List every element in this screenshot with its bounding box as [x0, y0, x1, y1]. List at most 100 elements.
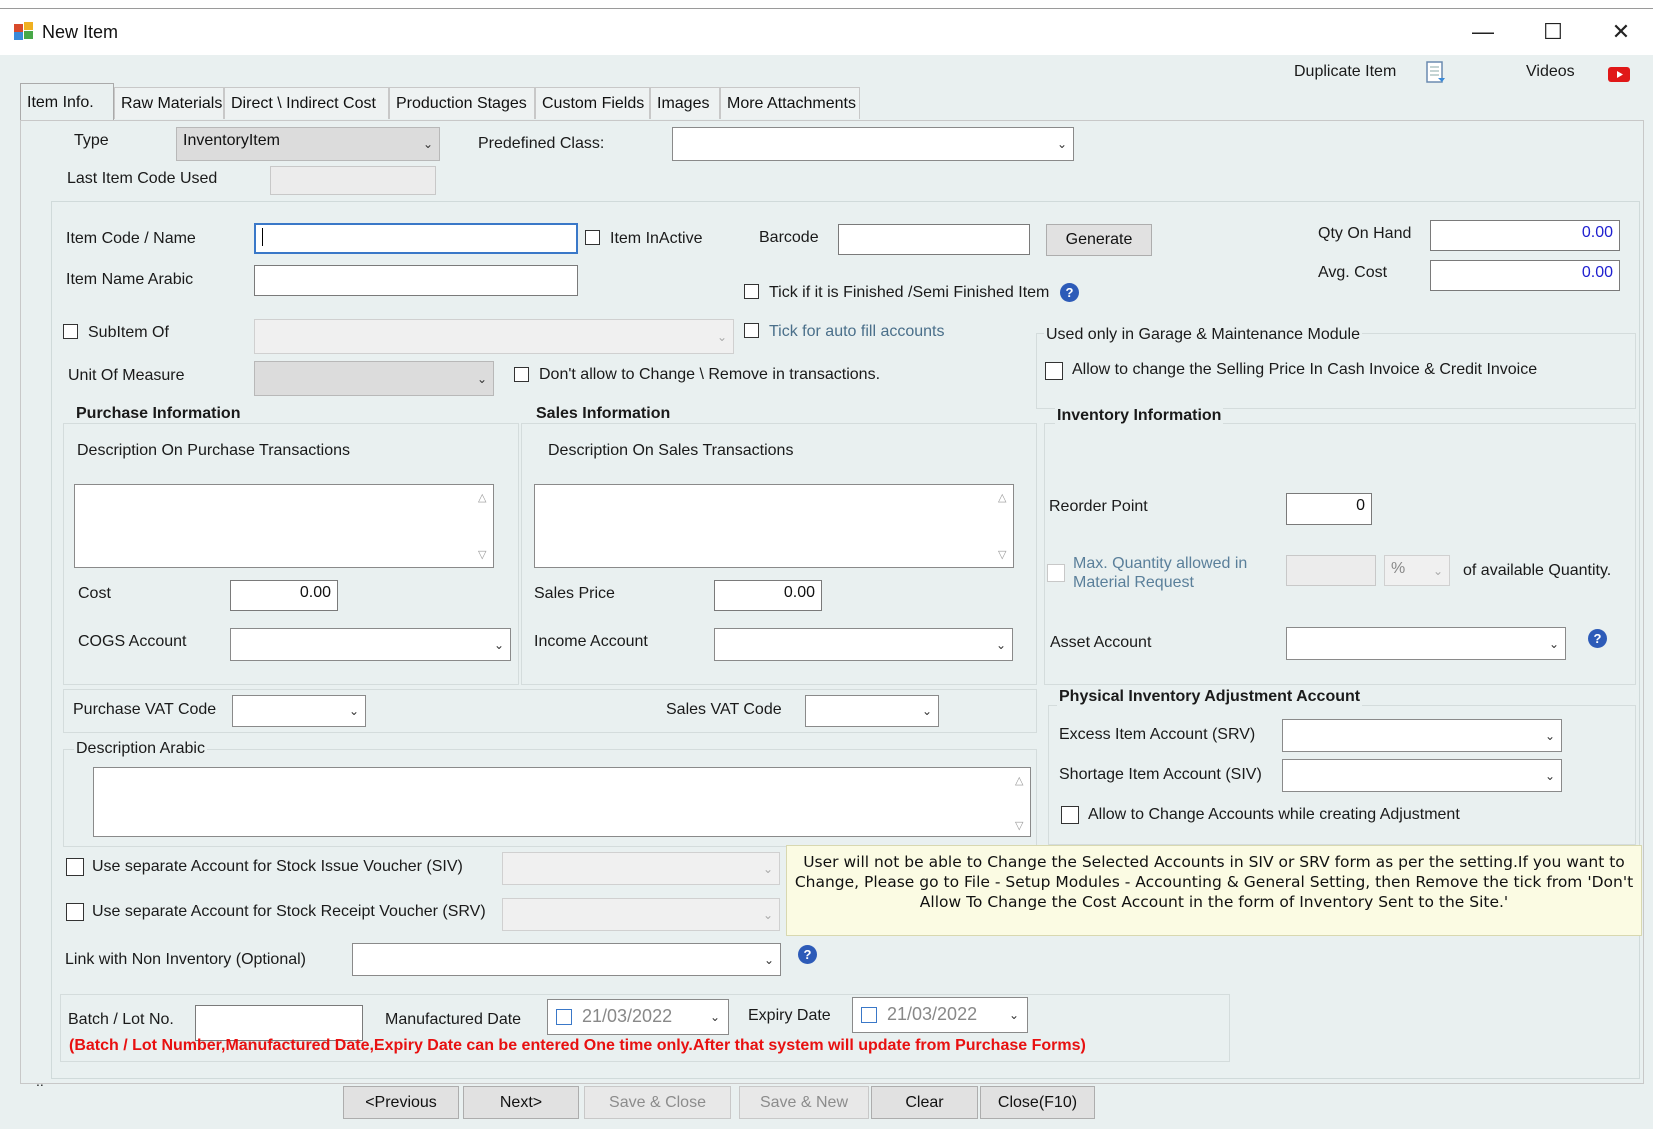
- link-non-inventory-label: Link with Non Inventory (Optional): [65, 951, 306, 968]
- cogs-account-select[interactable]: ⌄: [230, 628, 511, 661]
- cost-input[interactable]: 0.00: [230, 580, 338, 611]
- text-cursor: [262, 228, 263, 246]
- inventory-info-title: Inventory Information: [1055, 407, 1224, 425]
- separate-siv-label: Use separate Account for Stock Issue Vou…: [92, 858, 463, 875]
- shortage-item-account-select[interactable]: ⌄: [1282, 759, 1562, 792]
- max-quantity-checkbox[interactable]: [1047, 564, 1065, 582]
- batch-lot-input[interactable]: [195, 1005, 363, 1041]
- chevron-down-icon: ⌄: [763, 952, 774, 967]
- income-account-label: Income Account: [534, 633, 648, 650]
- save-close-button[interactable]: Save & Close: [584, 1086, 731, 1119]
- manufactured-date-checkbox[interactable]: [556, 1009, 572, 1025]
- adjustment-title: Physical Inventory Adjustment Account: [1057, 688, 1363, 706]
- type-label: Type: [74, 132, 109, 149]
- tab-images[interactable]: Images: [650, 87, 720, 119]
- predefined-class-select[interactable]: ⌄: [672, 127, 1074, 161]
- tab-more-attachments[interactable]: More Attachments: [720, 87, 860, 119]
- chevron-down-icon: ⌄: [995, 637, 1006, 652]
- help-icon[interactable]: ?: [1060, 283, 1079, 302]
- chevron-down-icon: ⌄: [762, 907, 773, 922]
- subitem-of-select[interactable]: ⌄: [254, 319, 734, 354]
- item-name-arabic-input[interactable]: [254, 265, 578, 296]
- purchase-vat-code-label: Purchase VAT Code: [73, 701, 217, 718]
- youtube-icon[interactable]: [1608, 67, 1630, 82]
- percent-select[interactable]: % ⌄: [1384, 555, 1450, 586]
- separate-siv-checkbox[interactable]: [66, 858, 84, 876]
- expiry-date-checkbox[interactable]: [861, 1007, 877, 1023]
- asset-account-select[interactable]: ⌄: [1286, 627, 1566, 660]
- asset-account-label: Asset Account: [1050, 634, 1152, 651]
- purchase-vat-code-select[interactable]: ⌄: [232, 695, 366, 727]
- allow-change-price-label: Allow to change the Selling Price In Cas…: [1072, 361, 1538, 378]
- allow-change-price-checkbox[interactable]: [1045, 362, 1063, 380]
- auto-fill-accounts-label[interactable]: Tick for auto fill accounts: [769, 323, 944, 341]
- scrollbar[interactable]: △ ▽: [475, 485, 493, 567]
- clear-button[interactable]: Clear: [871, 1086, 978, 1119]
- sales-info-title: Sales Information: [534, 405, 673, 423]
- srv-account-select[interactable]: ⌄: [502, 898, 780, 931]
- purchase-desc-label: Description On Purchase Transactions: [77, 442, 351, 459]
- sales-vat-code-label: Sales VAT Code: [666, 701, 782, 718]
- auto-fill-accounts-checkbox[interactable]: [744, 323, 759, 338]
- app-icon: [14, 22, 33, 40]
- maximize-button[interactable]: ☐: [1519, 9, 1587, 55]
- dont-allow-change-checkbox[interactable]: [514, 367, 529, 382]
- type-select[interactable]: InventoryItem ⌄: [176, 127, 440, 161]
- chevron-down-icon: ⌄: [1544, 768, 1555, 783]
- excess-item-account-label: Excess Item Account (SRV): [1059, 726, 1256, 743]
- qty-on-hand-field[interactable]: 0.00: [1430, 220, 1620, 251]
- shortage-item-account-label: Shortage Item Account (SIV): [1059, 766, 1262, 783]
- next-button[interactable]: Next>: [463, 1086, 579, 1119]
- scrollbar[interactable]: △ ▽: [995, 485, 1013, 567]
- close-button[interactable]: Close(F10): [980, 1086, 1095, 1119]
- expiry-date-picker[interactable]: 21/03/2022 ⌄: [852, 997, 1028, 1033]
- tab-custom-fields[interactable]: Custom Fields: [535, 87, 650, 119]
- link-non-inventory-select[interactable]: ⌄: [352, 943, 781, 976]
- sales-price-input[interactable]: 0.00: [714, 580, 822, 611]
- sales-description-textarea[interactable]: △ ▽: [534, 484, 1014, 568]
- duplicate-document-icon[interactable]: [1426, 61, 1446, 85]
- allow-change-accounts-label: Allow to Change Accounts while creating …: [1088, 806, 1460, 823]
- item-inactive-checkbox[interactable]: [585, 230, 600, 245]
- max-quantity-input[interactable]: [1286, 555, 1376, 586]
- unit-of-measure-select[interactable]: ⌄: [254, 361, 494, 396]
- tab-production-stages[interactable]: Production Stages: [389, 87, 535, 119]
- title-bar: New Item — ☐ ✕: [0, 9, 1653, 55]
- help-icon[interactable]: ?: [1588, 629, 1607, 648]
- help-icon[interactable]: ?: [798, 945, 817, 964]
- avg-cost-field[interactable]: 0.00: [1430, 260, 1620, 291]
- dont-allow-change-label: Don't allow to Change \ Remove in transa…: [539, 366, 881, 383]
- separate-srv-checkbox[interactable]: [66, 903, 84, 921]
- manufactured-date-picker[interactable]: 21/03/2022 ⌄: [547, 999, 729, 1035]
- reorder-point-label: Reorder Point: [1049, 498, 1148, 515]
- minimize-button[interactable]: —: [1449, 9, 1517, 55]
- cogs-account-label: COGS Account: [78, 633, 187, 650]
- tab-raw-materials[interactable]: Raw Materials: [114, 87, 224, 119]
- save-new-button[interactable]: Save & New: [739, 1086, 869, 1119]
- expiry-date-label: Expiry Date: [748, 1007, 831, 1024]
- excess-item-account-select[interactable]: ⌄: [1282, 719, 1562, 752]
- sales-vat-code-select[interactable]: ⌄: [805, 695, 939, 727]
- scrollbar[interactable]: △ ▽: [1012, 768, 1030, 836]
- chevron-down-icon: ⌄: [422, 137, 433, 151]
- subitem-of-checkbox[interactable]: [63, 324, 78, 339]
- duplicate-item-link[interactable]: Duplicate Item: [1294, 63, 1396, 81]
- income-account-select[interactable]: ⌄: [714, 628, 1013, 661]
- tab-item-info[interactable]: Item Info.: [20, 83, 114, 120]
- allow-change-accounts-checkbox[interactable]: [1061, 806, 1079, 824]
- videos-link[interactable]: Videos: [1526, 63, 1575, 81]
- description-arabic-textarea[interactable]: △ ▽: [93, 767, 1031, 837]
- siv-account-select[interactable]: ⌄: [502, 852, 780, 885]
- generate-button[interactable]: Generate: [1046, 224, 1152, 256]
- previous-button[interactable]: <Previous: [343, 1086, 459, 1119]
- chevron-down-icon: ⌄: [1008, 1008, 1019, 1022]
- reorder-point-input[interactable]: 0: [1286, 493, 1372, 525]
- window: New Item — ☐ ✕ Duplicate Item Videos Ite…: [0, 8, 1653, 1129]
- barcode-input[interactable]: [838, 224, 1030, 255]
- item-code-name-input[interactable]: [254, 223, 578, 254]
- close-window-button[interactable]: ✕: [1587, 9, 1653, 55]
- tab-direct-indirect-cost[interactable]: Direct \ Indirect Cost: [224, 87, 389, 119]
- purchase-description-textarea[interactable]: △ ▽: [74, 484, 494, 568]
- type-value: InventoryItem: [183, 132, 280, 149]
- finished-item-checkbox[interactable]: [744, 284, 759, 299]
